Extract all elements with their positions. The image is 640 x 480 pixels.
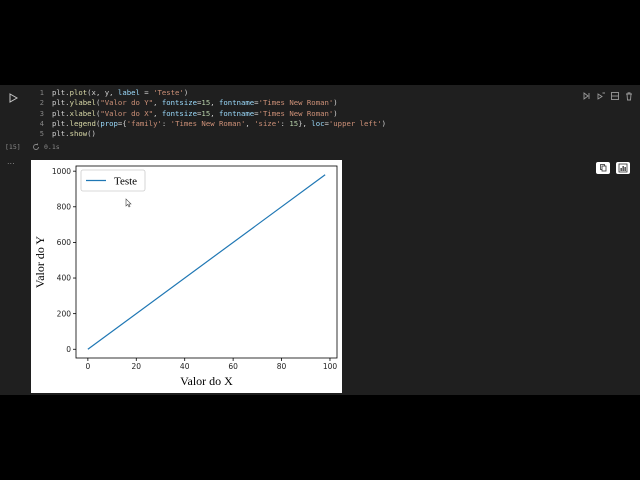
x-axis-label: Valor do X: [180, 374, 233, 388]
code-token: plt.: [52, 129, 70, 139]
code-token: },: [298, 118, 312, 128]
code-token: ): [333, 108, 338, 118]
code-token: plt.: [52, 98, 70, 108]
code-token: 'Times New Roman': [258, 98, 334, 108]
code-token: ): [381, 118, 387, 128]
code-token: ylabel: [69, 98, 96, 108]
code-token: fontname: [219, 98, 255, 108]
code-token: loc: [311, 118, 325, 128]
code-text: plt.xlabel("Valor do X", fontsize=15, fo…: [52, 109, 338, 119]
execution-time: 0.1s: [44, 143, 60, 151]
code-token: 15: [289, 118, 299, 128]
code-token: ): [333, 98, 338, 108]
y-axis-label: Valor do Y: [33, 236, 47, 289]
code-token: ,: [153, 108, 162, 118]
code-token: :: [280, 118, 290, 128]
code-token: 'family': [126, 118, 162, 128]
code-token: 15: [201, 108, 211, 118]
code-token: prop: [100, 118, 118, 128]
code-token: "Valor do X": [100, 108, 154, 118]
code-token: ={: [117, 118, 127, 128]
code-text: plt.plot(x, y, label = 'Teste'): [52, 88, 188, 98]
line-number: 4: [39, 119, 44, 128]
line-number: 5: [39, 130, 44, 139]
x-tick-label: 60: [228, 362, 238, 371]
execution-count: [15]: [5, 143, 21, 151]
play-icon[interactable]: [7, 92, 19, 104]
code-token: 'Times New Roman': [170, 118, 246, 128]
copy-icon[interactable]: [596, 162, 610, 174]
notebook-editor: 1 plt.plot(x, y, label = 'Teste') 2 plt.yla…: [0, 85, 640, 395]
refresh-icon: [32, 143, 40, 153]
code-token: :: [161, 118, 171, 128]
y-tick-label: 800: [57, 202, 72, 211]
code-token: ,: [153, 98, 162, 108]
code-cell[interactable]: 1 plt.plot(x, y, label = 'Teste') 2 plt.yla…: [0, 85, 640, 155]
line-number: 2: [39, 99, 44, 108]
x-tick-label: 20: [132, 362, 142, 371]
code-token: show: [69, 129, 88, 139]
code-token: label: [117, 88, 140, 97]
code-token: fontsize: [161, 108, 198, 118]
code-token: plt.: [52, 108, 70, 118]
y-tick-label: 600: [57, 238, 72, 247]
line-number: 1: [39, 89, 44, 97]
letterbox-top: [0, 0, 640, 85]
legend-label: Teste: [114, 176, 137, 188]
code-token: (): [87, 129, 96, 139]
cell-toolbar: [582, 91, 636, 103]
code-token: xlabel: [69, 108, 96, 118]
code-text: plt.ylabel("Valor do Y", fontsize=15, fo…: [52, 98, 338, 108]
split-cell-icon[interactable]: [610, 91, 620, 101]
delete-icon[interactable]: [624, 91, 634, 101]
code-text: plt.legend(prop={'family': 'Times New Ro…: [52, 119, 386, 129]
output-actions: [596, 162, 630, 174]
code-token: ,: [245, 118, 255, 128]
run-by-line-icon[interactable]: [582, 91, 592, 101]
code-token: fontsize: [161, 98, 198, 108]
execute-above-icon[interactable]: [596, 91, 606, 101]
line-number: 3: [39, 109, 44, 118]
code-token: plt.: [52, 118, 70, 128]
code-token: plot: [69, 88, 88, 97]
output-more-icon[interactable]: ...: [7, 157, 15, 166]
code-token: legend: [69, 118, 96, 128]
plot-output: 0 20 40 60 80 100 0 200 400 600 800 1000 Valor do XV…: [31, 160, 342, 393]
x-tick-label: 0: [85, 362, 90, 371]
code-token: 'Times New Roman': [258, 108, 334, 118]
letterbox-bottom: [0, 395, 640, 480]
x-tick-label: 80: [277, 362, 287, 371]
y-tick-label: 0: [66, 345, 71, 354]
code-token: 'size': [254, 118, 281, 128]
y-tick-label: 400: [57, 274, 72, 283]
code-text: plt.show(): [52, 129, 96, 139]
y-tick-label: 200: [57, 309, 72, 318]
code-token: ,: [210, 98, 220, 108]
code-token: "Valor do Y": [100, 98, 154, 108]
y-tick-label: 1000: [52, 167, 71, 176]
code-token: ,: [210, 108, 220, 118]
code-token: 'upper left': [328, 118, 382, 128]
chart-icon[interactable]: [616, 162, 630, 174]
line-chart: 0 20 40 60 80 10002004006008001000Valor do XV…: [33, 165, 338, 388]
code-token: fontname: [219, 108, 255, 118]
code-token: =: [139, 88, 154, 97]
x-tick-label: 40: [180, 362, 190, 371]
code-token: ): [183, 88, 189, 97]
code-editor[interactable]: 1 plt.plot(x, y, label = 'Teste') 2 plt.yla…: [22, 88, 582, 143]
x-tick-label: 100: [323, 362, 338, 371]
code-token: (x, y,: [87, 88, 118, 97]
code-token: 'Teste': [153, 88, 184, 97]
code-token: 15: [201, 98, 211, 108]
code-token: plt.: [52, 88, 70, 97]
